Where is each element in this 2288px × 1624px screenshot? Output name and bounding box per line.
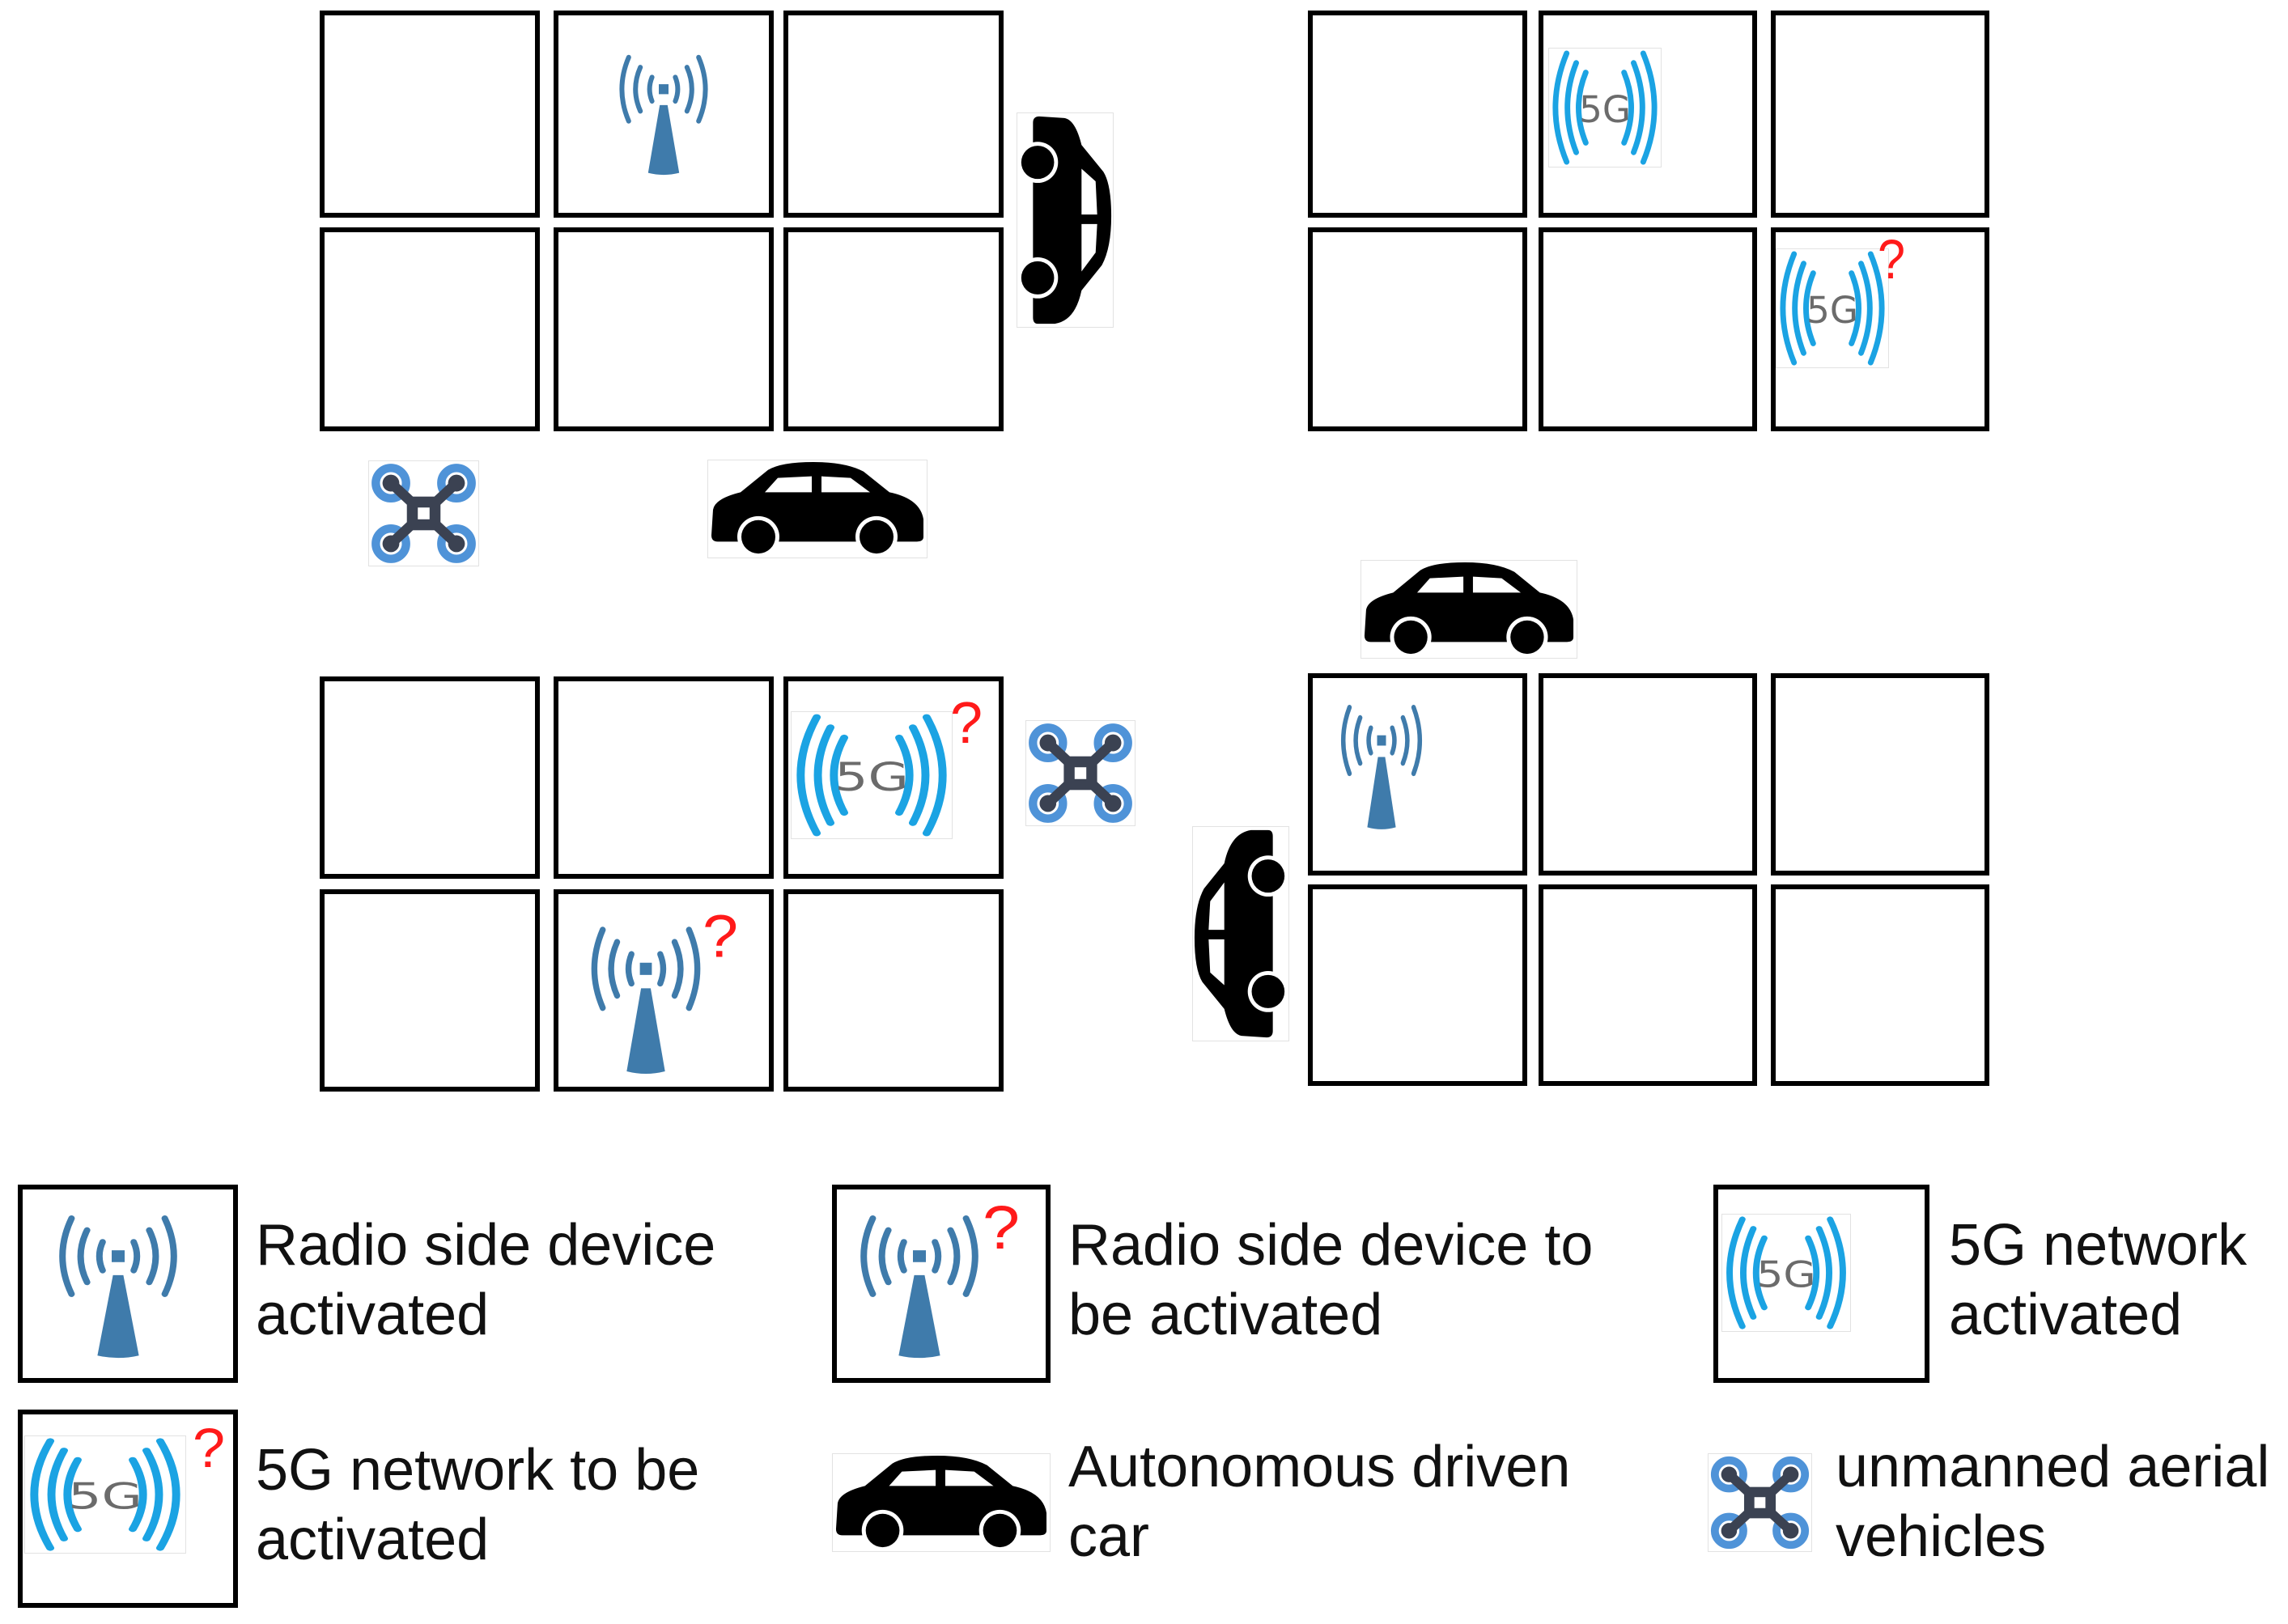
car-icon (1017, 112, 1114, 328)
radio-tower-icon (53, 1209, 183, 1363)
grid-cell (1539, 227, 1757, 431)
svg-text:?: ? (193, 1421, 225, 1478)
grid-cell (320, 227, 540, 431)
grid-cell (783, 227, 1004, 431)
legend-swatch-radio-pending: ? (832, 1185, 1051, 1383)
grid-cell: 5G ? (1771, 227, 1989, 431)
svg-text:?: ? (983, 1198, 1020, 1261)
grid-cell (320, 11, 540, 218)
grid-cell (1308, 227, 1527, 431)
5g-network-icon: 5G (1721, 1214, 1851, 1332)
5g-network-icon: 5G (24, 1435, 186, 1554)
grid-cell (554, 11, 774, 218)
drone-icon (1025, 720, 1136, 826)
5g-network-icon: 5G (1548, 48, 1662, 167)
question-mark-icon: ? (703, 907, 738, 970)
radio-tower-icon (615, 49, 712, 179)
grid-cell (1771, 884, 1989, 1086)
grid-cell (1539, 884, 1757, 1086)
svg-text:5G: 5G (834, 754, 909, 800)
grid-cell (1771, 11, 1989, 218)
grid-cell (783, 11, 1004, 218)
grid-cell (1308, 673, 1527, 876)
svg-text:5G: 5G (1756, 1254, 1815, 1296)
grid-cell (783, 889, 1004, 1092)
grid-cell (1771, 673, 1989, 876)
grid-cell (320, 889, 540, 1092)
legend-swatch-radio-active (18, 1185, 238, 1383)
grid-cell (1308, 884, 1527, 1086)
radio-tower-icon (855, 1209, 984, 1363)
grid-cell: 5G (1539, 11, 1757, 218)
legend-label: 5G network to be activated (256, 1438, 700, 1572)
question-mark-icon: ? (193, 1421, 225, 1479)
legend-swatch-car (832, 1453, 1051, 1552)
grid-cell (1539, 673, 1757, 876)
grid-cell: 5G ? (783, 676, 1004, 879)
svg-text:?: ? (703, 907, 738, 970)
legend-label: Autonomous driven car (1068, 1435, 1571, 1569)
legend-swatch-drone (1708, 1453, 1812, 1552)
car-icon (707, 460, 928, 558)
svg-text:?: ? (1878, 232, 1905, 290)
drone-icon (368, 460, 479, 566)
car-icon (1192, 826, 1289, 1041)
car-icon (1360, 560, 1577, 659)
grid-cell (554, 676, 774, 879)
radio-tower-icon (1337, 699, 1426, 833)
question-mark-icon: ? (1878, 232, 1905, 290)
question-mark-icon: ? (983, 1198, 1020, 1262)
grid-cell (554, 227, 774, 431)
svg-text:5G: 5G (1579, 88, 1631, 131)
legend-label: Radio side device to be activated (1068, 1213, 1594, 1347)
5g-network-icon: 5G (791, 711, 953, 839)
svg-text:?: ? (950, 694, 983, 756)
grid-cell (1308, 11, 1527, 218)
5g-network-icon: 5G (1776, 248, 1889, 368)
legend-label: Radio side device activated (256, 1213, 716, 1347)
question-mark-icon: ? (950, 694, 983, 756)
legend-swatch-5g-active: 5G (1713, 1185, 1929, 1383)
figure-canvas: 5G 5G ? 5G ? ? Radio side device activat… (0, 0, 2288, 1624)
legend-swatch-5g-pending: 5G ? (18, 1410, 238, 1608)
radio-tower-icon (586, 920, 706, 1079)
svg-text:5G: 5G (1806, 289, 1858, 332)
legend-label: unmanned aerial vehicles (1836, 1435, 2270, 1569)
grid-cell (320, 676, 540, 879)
svg-text:5G: 5G (68, 1476, 142, 1518)
grid-cell: ? (554, 889, 774, 1092)
legend-label: 5G network activated (1949, 1213, 2248, 1347)
